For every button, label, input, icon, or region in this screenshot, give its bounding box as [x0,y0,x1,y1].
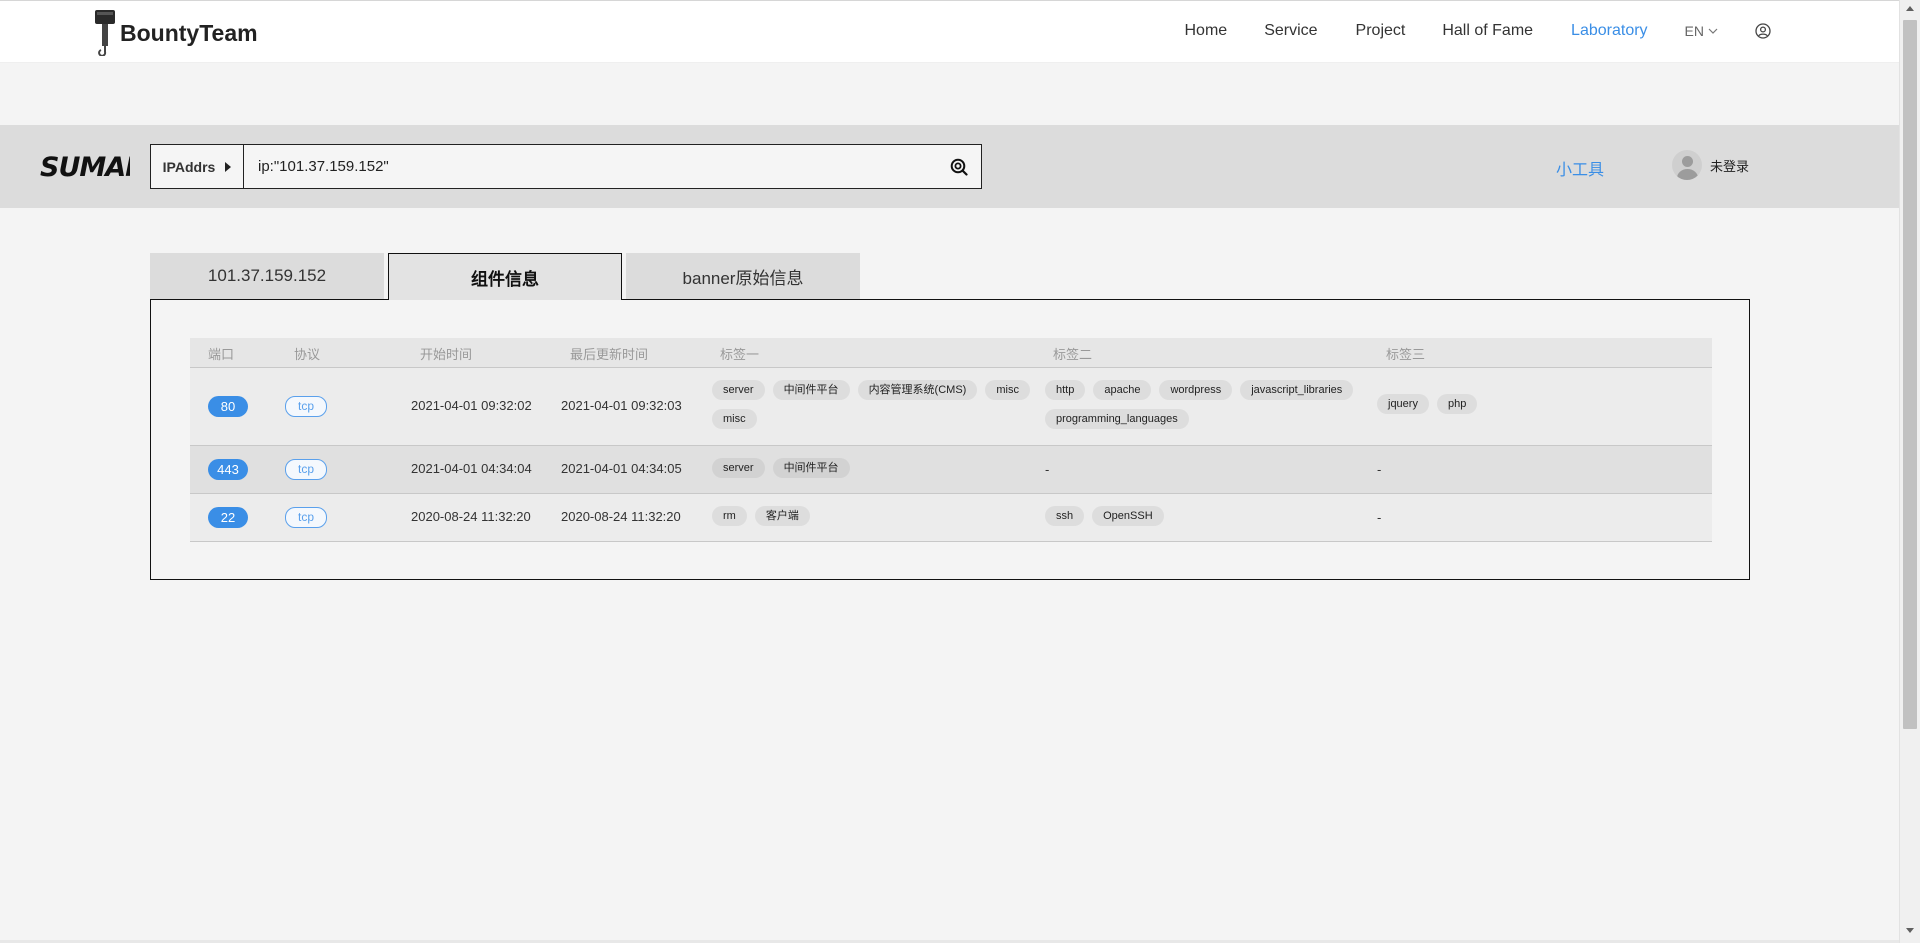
header-tag-2: 标签二 [1053,347,1093,362]
field-selector-label: IPAddrs [162,158,216,175]
header-protocol: 协议 [294,347,321,362]
tab-ip[interactable]: 101.37.159.152 [150,253,384,299]
scroll-up-arrow-icon[interactable] [1906,6,1914,11]
tag[interactable]: server [712,380,765,400]
language-selector[interactable]: EN [1685,23,1718,39]
page-scrollbar[interactable] [1899,0,1920,943]
language-label: EN [1684,23,1704,39]
tag-group-2: http apache wordpress javascript_librari… [1045,380,1375,429]
tab-banner[interactable]: banner原始信息 [626,253,860,299]
tag[interactable]: 中间件平台 [772,380,850,400]
nav-project[interactable]: Project [1356,22,1406,40]
field-selector[interactable]: IPAddrs [151,145,244,188]
sumap-logo[interactable]: SUMAP [40,151,130,181]
user-login[interactable]: 未登录 [1672,150,1749,180]
component-table: 端口 协议 开始时间 最后更新时间 标签一 标签二 标签三 80 tcp 202… [190,338,1712,542]
update-time: 2021-04-01 09:32:03 [561,398,682,413]
search-box: IPAddrs [150,144,982,189]
tag[interactable]: server [712,458,765,478]
port-badge[interactable]: 80 [208,396,248,417]
nav-home[interactable]: Home [1185,22,1228,40]
start-time: 2020-08-24 11:32:20 [411,509,531,524]
tag[interactable]: 内容管理系统(CMS) [857,380,978,400]
port-badge[interactable]: 443 [208,459,248,480]
hammer-logo-icon [95,10,115,56]
tag[interactable]: 中间件平台 [772,458,850,478]
header-start-time: 开始时间 [420,347,473,362]
tag[interactable]: wordpress [1159,380,1233,400]
tools-link[interactable]: 小工具 [1556,156,1604,180]
tag[interactable]: 客户端 [754,506,810,526]
start-time: 2021-04-01 04:34:04 [411,461,532,476]
tag[interactable]: ssh [1045,506,1085,526]
search-input[interactable] [244,144,937,189]
nav-hall-of-fame[interactable]: Hall of Fame [1442,22,1533,40]
svg-text:SUMAP: SUMAP [40,152,130,181]
user-circle-icon[interactable] [1755,23,1771,39]
tag[interactable]: misc [712,409,757,429]
tag-group-3: jquery php [1377,394,1697,414]
tab-components[interactable]: 组件信息 [388,253,622,300]
search-icon [950,158,968,176]
tag-group-2-empty: - [1045,462,1050,477]
header-tag-3: 标签三 [1386,347,1426,362]
port-badge[interactable]: 22 [208,507,248,528]
tag-group-3-empty: - [1377,510,1382,525]
header-tag-1: 标签一 [720,347,760,362]
tag[interactable]: apache [1093,380,1152,400]
tag[interactable]: jquery [1377,394,1429,414]
tag[interactable]: http [1045,380,1086,400]
nav-service[interactable]: Service [1264,22,1317,40]
tag-group-1: rm 客户端 [712,506,1032,526]
top-navbar: BountyTeam Home Service Project Hall of … [0,0,1899,63]
update-time: 2020-08-24 11:32:20 [561,509,681,524]
tab-bar: 101.37.159.152 组件信息 banner原始信息 [150,253,860,300]
login-status: 未登录 [1710,158,1750,174]
protocol-badge: tcp [285,459,327,480]
tag[interactable]: javascript_libraries [1240,380,1354,400]
scroll-down-arrow-icon[interactable] [1906,928,1914,933]
table-row: 443 tcp 2021-04-01 04:34:04 2021-04-01 0… [190,446,1712,494]
start-time: 2021-04-01 09:32:02 [411,398,532,413]
header-update-time: 最后更新时间 [570,347,649,362]
scroll-thumb[interactable] [1903,20,1917,729]
nav-laboratory[interactable]: Laboratory [1571,22,1648,40]
nav-links: Home Service Project Hall of Fame Labora… [1185,1,1900,61]
brand[interactable]: BountyTeam [94,10,258,56]
tag-group-3-empty: - [1377,462,1382,477]
search-button[interactable] [937,145,981,188]
protocol-badge: tcp [285,507,327,528]
tag[interactable]: php [1436,394,1478,414]
avatar [1672,150,1702,180]
update-time: 2021-04-01 04:34:05 [561,461,682,476]
tag-group-2: ssh OpenSSH [1045,506,1375,526]
tag-group-1: server 中间件平台 内容管理系统(CMS) misc misc [712,380,1032,429]
tag[interactable]: rm [712,506,747,526]
tag[interactable]: OpenSSH [1092,506,1164,526]
tag[interactable]: misc [985,380,1030,400]
search-band: SUMAP IPAddrs 小工具 未登录 [0,125,1899,208]
table-header: 端口 协议 开始时间 最后更新时间 标签一 标签二 标签三 [190,338,1712,368]
header-port: 端口 [208,347,235,362]
protocol-badge: tcp [285,396,327,417]
caret-right-icon [225,161,232,172]
brand-name: BountyTeam [120,19,258,46]
table-row: 22 tcp 2020-08-24 11:32:20 2020-08-24 11… [190,494,1712,542]
tag-group-1: server 中间件平台 [712,458,1032,478]
tag[interactable]: programming_languages [1045,409,1189,429]
chevron-down-icon [1708,28,1718,34]
component-panel: 端口 协议 开始时间 最后更新时间 标签一 标签二 标签三 80 tcp 202… [150,299,1750,580]
table-row: 80 tcp 2021-04-01 09:32:02 2021-04-01 09… [190,368,1712,446]
